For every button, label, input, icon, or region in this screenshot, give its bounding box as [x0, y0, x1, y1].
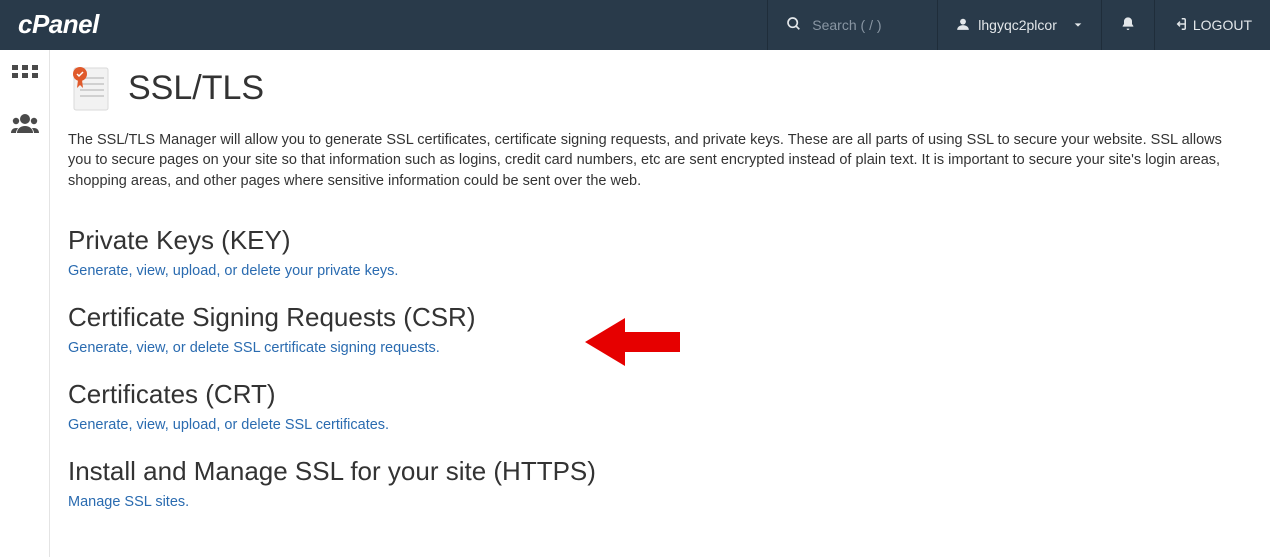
navbar-left: cPanel: [0, 11, 767, 39]
logout-label: LOGOUT: [1193, 17, 1252, 33]
intro-paragraph: The SSL/TLS Manager will allow you to ge…: [68, 130, 1246, 191]
link-csr[interactable]: Generate, view, or delete SSL certificat…: [68, 340, 440, 356]
notifications-button[interactable]: [1101, 0, 1154, 50]
top-navbar: cPanel lhgyqc2plcor: [0, 0, 1270, 50]
grid-icon: [12, 65, 38, 90]
user-menu[interactable]: lhgyqc2plcor: [937, 0, 1101, 50]
section-heading-crt: Certificates (CRT): [68, 379, 1246, 410]
chevron-down-icon: [1073, 17, 1083, 33]
section-heading-key: Private Keys (KEY): [68, 225, 1246, 256]
search-container[interactable]: [767, 0, 937, 50]
sidebar-apps-button[interactable]: [8, 60, 42, 94]
bell-icon: [1120, 16, 1136, 35]
page-title: SSL/TLS: [128, 69, 264, 108]
navbar-right: lhgyqc2plcor LOGOUT: [767, 0, 1270, 50]
link-crt[interactable]: Generate, view, upload, or delete SSL ce…: [68, 417, 389, 433]
page-layout: SSL/TLS The SSL/TLS Manager will allow y…: [0, 50, 1270, 557]
link-manage-ssl[interactable]: Manage SSL sites.: [68, 494, 189, 510]
users-icon: [11, 113, 39, 138]
main-content: SSL/TLS The SSL/TLS Manager will allow y…: [50, 50, 1270, 557]
section-csr: Certificate Signing Requests (CSR) Gener…: [68, 302, 1246, 357]
search-input[interactable]: [812, 17, 912, 33]
section-heading-csr: Certificate Signing Requests (CSR): [68, 302, 1246, 333]
section-heading-install: Install and Manage SSL for your site (HT…: [68, 456, 1246, 487]
link-private-keys[interactable]: Generate, view, upload, or delete your p…: [68, 263, 398, 279]
section-private-keys: Private Keys (KEY) Generate, view, uploa…: [68, 225, 1246, 280]
logout-button[interactable]: LOGOUT: [1154, 0, 1270, 50]
brand-logo[interactable]: cPanel: [18, 11, 128, 39]
left-sidebar: [0, 50, 50, 557]
svg-text:cPanel: cPanel: [18, 11, 100, 39]
logout-icon: [1173, 17, 1187, 34]
page-header: SSL/TLS: [68, 64, 1246, 112]
user-icon: [956, 17, 970, 34]
search-icon: [786, 16, 802, 35]
ssl-page-icon: [68, 64, 112, 112]
sidebar-users-button[interactable]: [8, 108, 42, 142]
username-label: lhgyqc2plcor: [978, 17, 1057, 33]
section-install-ssl: Install and Manage SSL for your site (HT…: [68, 456, 1246, 511]
section-crt: Certificates (CRT) Generate, view, uploa…: [68, 379, 1246, 434]
